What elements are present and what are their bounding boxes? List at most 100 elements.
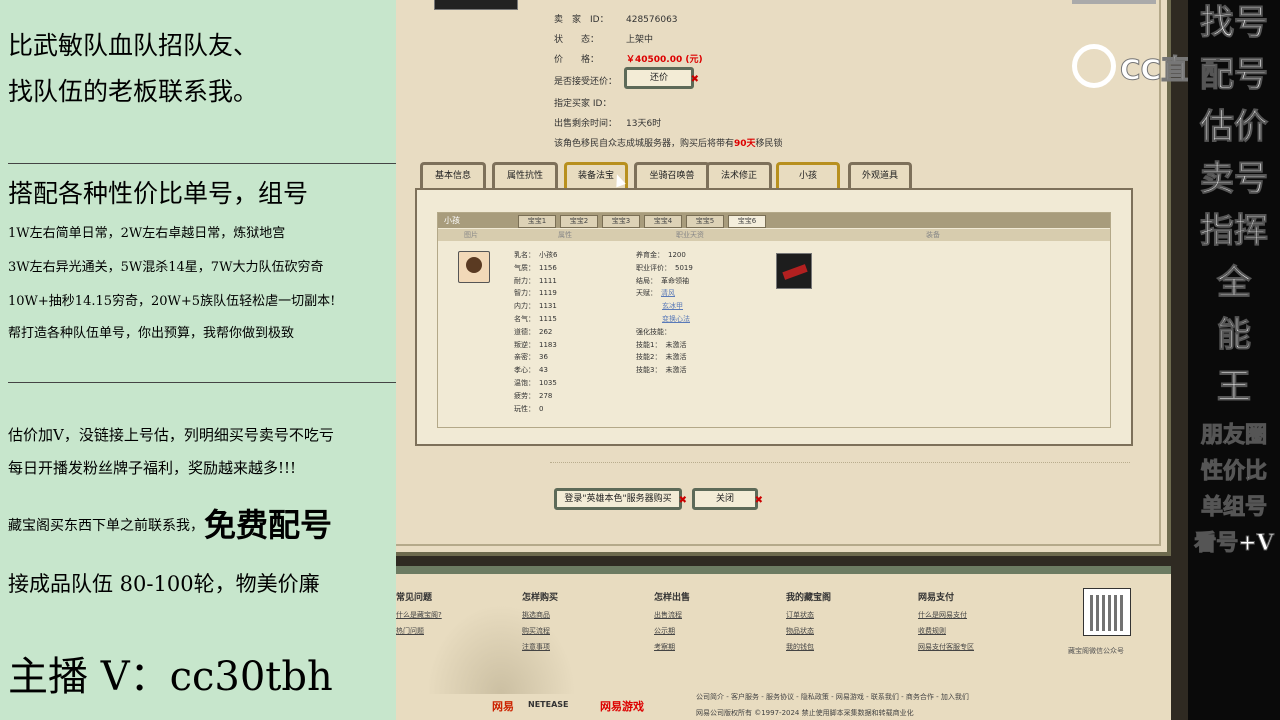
tab-spells[interactable]: 法术修正	[706, 162, 772, 188]
footer-heading: 我的藏宝阁	[786, 593, 832, 603]
tab-appearance[interactable]: 外观道具	[848, 162, 912, 188]
seller-row: 卖 家 ID： 428576063	[554, 12, 678, 25]
footer-link[interactable]: 购买流程	[522, 626, 550, 636]
footer-heading: 怎样购买	[522, 593, 559, 603]
overlay-vertical-text: 性价比	[1200, 458, 1267, 485]
talent-link[interactable]: 变换心法	[636, 313, 693, 326]
equipment-item-icon[interactable]	[776, 253, 812, 289]
skill-key: 技能2：	[636, 353, 662, 362]
col-attributes: 属性	[558, 231, 572, 239]
stat-row: 耐力： 1111	[514, 275, 557, 288]
footer-copyright: 网易公司版权所有 ©1997-2024 禁止使用脚本采集数据和转载商业化	[696, 709, 914, 717]
overlay-line: 找队伍的老板联系我。	[8, 77, 259, 106]
game-browser-area: 卖 家 ID： 428576063 状 态： 上架中 价 格： ￥40500.00 (…	[396, 0, 1188, 720]
stat-value: 1200	[668, 251, 686, 259]
netease-logo-text: NETEASE	[528, 700, 569, 709]
overlay-vertical-text: 卖号	[1200, 159, 1269, 200]
stat-key: 亲密：	[514, 353, 535, 362]
footer-link[interactable]: 热门问题	[396, 626, 424, 636]
counter-offer-button[interactable]: 还价 ✖	[624, 67, 699, 89]
skill-value: 未激活	[665, 340, 687, 349]
left-stream-overlay: 比武敏队血队招队友、 找队伍的老板联系我。 搭配各种性价比单号，组号 1W左右简…	[0, 0, 396, 720]
migrate-text: 该角色移民自众志成城服务器，购买后将带有	[554, 139, 735, 149]
subtab-baby-5[interactable]: 宝宝5	[686, 215, 724, 228]
footer-link[interactable]: 考察期	[654, 642, 675, 652]
footer-link[interactable]: 注意事项	[522, 642, 550, 652]
footer-link[interactable]: 公示期	[654, 626, 675, 636]
skill-key: 技能3：	[636, 366, 662, 375]
footer-link[interactable]: 挑选商品	[522, 610, 550, 620]
status-label: 状 态：	[554, 35, 600, 45]
stat-row: 乳名： 小孩6	[514, 249, 557, 262]
stat-value[interactable]: 清风	[661, 289, 675, 297]
overlay-vertical-text: 朋友圈	[1200, 422, 1267, 449]
subtab-baby-4[interactable]: 宝宝4	[644, 215, 682, 228]
subtab-baby-1[interactable]: 宝宝1	[518, 215, 556, 228]
overlay-vertical-text: 找号	[1200, 3, 1269, 44]
overlay-vertical-text: 全	[1217, 263, 1252, 304]
stat-value: 1115	[539, 314, 557, 323]
stat-key: 乳名：	[514, 251, 535, 259]
login-server-buy-button[interactable]: 登录"英雄本色"服务器购买 ✖	[554, 488, 687, 510]
tab-mounts[interactable]: 坐骑召唤兽	[634, 162, 710, 188]
close-icon: ✖	[678, 495, 687, 506]
overlay-line: 接成品队伍 80-100轮，物美价廉	[8, 572, 320, 596]
stat-key: 温饱：	[514, 378, 535, 387]
counter-offer-label: 还价	[649, 73, 668, 83]
footer-link[interactable]: 出售流程	[654, 610, 682, 620]
pavilion-decoration	[426, 604, 576, 694]
footer-bar	[396, 566, 1171, 574]
buyer-id-label: 指定买家 ID：	[554, 99, 612, 109]
status-value: 上架中	[626, 35, 654, 45]
stat-row: 疲劳： 278	[514, 390, 557, 403]
price-label: 价 格：	[554, 55, 600, 65]
remaining-label: 出售剩余时间：	[554, 119, 618, 129]
skill-row: 技能2： 未激活	[636, 351, 693, 364]
talent-link[interactable]: 玄冰甲	[636, 300, 693, 313]
role-thumbnail	[434, 0, 518, 10]
qr-label: 藏宝阁微信公众号	[1068, 647, 1124, 655]
stat-row: 道德： 262	[514, 326, 557, 339]
cc-logo-icon	[1072, 44, 1116, 88]
close-button[interactable]: 关闭 ✖	[692, 488, 763, 510]
subtab-baby-6[interactable]: 宝宝6	[728, 215, 766, 228]
migrate-note: 该角色移民自众志成城服务器，购买后将带有90天移民锁	[554, 136, 783, 149]
footer-nav[interactable]: 公司简介 - 客户服务 - 服务协议 - 隐私政策 - 网易游戏 - 联系我们 …	[696, 692, 969, 702]
overlay-line: 帮打造各种队伍单号，你出预算，我帮你做到极致	[8, 326, 295, 341]
stat-row: 职业评价： 5019	[636, 262, 693, 275]
col-equipment: 装备	[926, 231, 940, 239]
talent-link-2[interactable]: 变换心法	[662, 315, 690, 323]
subtab-baby-2[interactable]: 宝宝2	[560, 215, 598, 228]
footer-link[interactable]: 什么是藏宝阁?	[396, 610, 442, 620]
stat-value: 1156	[539, 263, 557, 272]
divider	[8, 382, 396, 383]
stat-key: 结局：	[636, 276, 657, 285]
child-header-label: 小孩	[444, 216, 460, 225]
footer-link[interactable]: 什么是网易支付	[918, 610, 967, 620]
remaining-value: 13天6时	[626, 119, 662, 129]
stats-right: 养育金： 1200 职业评价： 5019 结局： 革命领袖 天赋： 清风 玄冰甲 变换心法 强…	[636, 249, 693, 377]
qr-code-icon	[1083, 588, 1131, 636]
stat-row: 孝心： 43	[514, 364, 557, 377]
stats-left: 乳名： 小孩6 气质： 1156 耐力： 1111 智力： 1119 内力： 1131 名气： 111…	[514, 249, 557, 415]
footer-link[interactable]: 收费规则	[918, 626, 946, 636]
buyer-row: 指定买家 ID：	[554, 96, 611, 109]
tab-basic-info[interactable]: 基本信息	[420, 162, 486, 188]
overlay-highlight: 免费配号	[204, 506, 333, 544]
footer-link[interactable]: 我的钱包	[786, 642, 814, 652]
footer-link[interactable]: 物品状态	[786, 626, 814, 636]
tab-attributes[interactable]: 属性抗性	[492, 162, 558, 188]
column-headers: 图片 属性 职业天资 装备	[438, 229, 1110, 241]
migrate-text-end: 移民锁	[755, 139, 783, 149]
remaining-row: 出售剩余时间： 13天6时	[554, 116, 661, 129]
stat-row: 天赋： 清风	[636, 287, 693, 300]
footer-link[interactable]: 订单状态	[786, 610, 814, 620]
close-icon: ✖	[754, 495, 763, 506]
subtab-baby-3[interactable]: 宝宝3	[602, 215, 640, 228]
footer-link[interactable]: 网易支付客服专区	[918, 642, 974, 652]
overlay-line: 搭配各种性价比单号，组号	[8, 179, 309, 208]
tab-child[interactable]: 小孩	[776, 162, 840, 188]
stat-key: 叛逆：	[514, 340, 535, 349]
talent-link-1[interactable]: 玄冰甲	[662, 302, 683, 310]
child-info-box: 小孩 宝宝1 宝宝2 宝宝3 宝宝4 宝宝5 宝宝6 图片 属性 职业天资 装备…	[415, 188, 1133, 446]
